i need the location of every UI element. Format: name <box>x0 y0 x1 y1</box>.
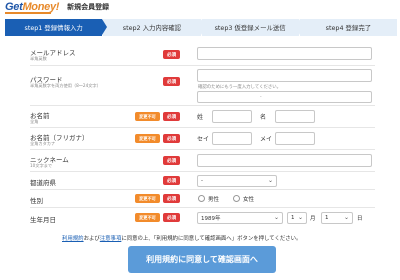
password-sublabel: 半角英数字を両方使用（8～24文字） <box>30 83 101 88</box>
birth-month-value: 1 <box>291 215 295 221</box>
gender-unchangeable-badge: 変更不可 <box>135 194 160 203</box>
last-name-field[interactable] <box>212 110 252 123</box>
email-field[interactable] <box>197 47 372 60</box>
birthday-required-badge: 必須 <box>163 213 180 222</box>
password-row: パスワード 半角英数字を両方使用（8～24文字） 必須 確認のためにもう一度入力… <box>30 66 375 106</box>
birth-year-select[interactable]: 1989年 ⌄ <box>197 212 283 224</box>
first-name-kana-label: メイ <box>260 136 273 143</box>
chevron-down-icon: ⌄ <box>297 214 303 221</box>
birth-day-value: 1 <box>325 215 329 221</box>
prefecture-row: 都道府県 必須 - ⌄ <box>30 172 375 190</box>
first-name-kana-field[interactable] <box>275 132 315 145</box>
gender-male-label[interactable]: 男性 <box>208 195 219 203</box>
password-confirm-hint: 確認のためにもう一度入力してください。 <box>198 85 282 90</box>
site-header: Get Money! 新規会員登録 <box>0 0 400 14</box>
last-name-kana-label: セイ <box>197 136 210 143</box>
agree-and-confirm-label: 利用規約に同意して確認画面へ <box>146 255 258 264</box>
kana-required-badge: 必須 <box>163 134 180 143</box>
step-progress-bar: step1 登録情報入力 step2 入力内容確認 step3 仮登録メール送信… <box>5 19 397 36</box>
kana-unchangeable-badge: 変更不可 <box>135 134 160 143</box>
step-1: step1 登録情報入力 <box>5 19 108 36</box>
prefecture-label: 都道府県 <box>30 179 56 187</box>
gender-label: 性別 <box>30 197 43 205</box>
month-unit: 月 <box>310 216 316 222</box>
nickname-row: ニックネーム 10文字まで 必須 <box>30 150 375 172</box>
chevron-down-icon: ⌄ <box>273 214 279 221</box>
prefecture-select[interactable]: - ⌄ <box>197 175 277 187</box>
day-unit: 日 <box>357 216 363 222</box>
registration-form: メールアドレス 半角英数 必須 パスワード 半角英数字を両方使用（8～24文字）… <box>30 42 375 228</box>
prefecture-value: - <box>201 178 203 184</box>
chevron-down-icon: ⌄ <box>267 177 273 184</box>
agree-and-confirm-button[interactable]: 利用規約に同意して確認画面へ <box>128 246 276 273</box>
chevron-down-icon: ⌄ <box>343 214 349 221</box>
page-title: 新規会員登録 <box>67 3 110 11</box>
birthday-unchangeable-badge: 変更不可 <box>135 213 160 222</box>
agreement-text: 利用規約および注意事項に同意の上、「利用規約に同意して確認画面へ」ボタンを押して… <box>62 234 301 242</box>
gender-male-radio[interactable] <box>198 195 205 202</box>
agreement-and: および <box>83 236 100 242</box>
first-name-label: 名 <box>260 114 267 121</box>
notes-link[interactable]: 注意事項 <box>100 236 122 242</box>
name-row: お名前 全角 変更不可 必須 姓 名 <box>30 106 375 128</box>
step-4: step4 登録完了 <box>299 19 397 36</box>
agreement-instruction: に同意の上、「利用規約に同意して確認画面へ」ボタンを押してください。 <box>121 236 302 242</box>
step-4-label: step4 登録完了 <box>325 24 372 32</box>
step-2: step2 入力内容確認 <box>103 19 206 36</box>
nickname-required-badge: 必須 <box>163 156 180 165</box>
birthday-label: 生年月日 <box>30 216 56 224</box>
email-required-badge: 必須 <box>163 50 180 59</box>
name-required-badge: 必須 <box>163 112 180 121</box>
kana-sublabel: 全角カタカナ <box>30 141 56 146</box>
birth-month-select[interactable]: 1 ⌄ <box>287 212 307 224</box>
step-1-label: step1 登録情報入力 <box>24 24 83 32</box>
password-field[interactable] <box>197 69 372 82</box>
nickname-sublabel: 10文字まで <box>30 163 53 168</box>
step-2-label: step2 入力内容確認 <box>122 24 181 32</box>
email-row: メールアドレス 半角英数 必須 <box>30 42 375 66</box>
email-sublabel: 半角英数 <box>30 56 47 61</box>
registration-page: Get Money! 新規会員登録 step1 登録情報入力 step2 入力内容… <box>0 0 400 280</box>
name-unchangeable-badge: 変更不可 <box>135 112 160 121</box>
first-name-field[interactable] <box>275 110 315 123</box>
last-name-kana-field[interactable] <box>212 132 252 145</box>
gender-female-label[interactable]: 女性 <box>243 195 254 203</box>
terms-link[interactable]: 利用規約 <box>62 236 84 242</box>
step-3: step3 仮登録メール送信 <box>201 19 305 36</box>
step-3-label: step3 仮登録メール送信 <box>214 24 286 32</box>
birthday-row: 生年月日 変更不可 必須 1989年 ⌄ 1 ⌄ 月 1 ⌄ 日 <box>30 208 375 228</box>
password-required-badge: 必須 <box>163 77 180 86</box>
prefecture-required-badge: 必須 <box>163 176 180 185</box>
password-strength-indicator: - <box>260 95 262 100</box>
kana-row: お名前（フリガナ） 全角カタカナ 変更不可 必須 セイ メイ <box>30 128 375 150</box>
gender-required-badge: 必須 <box>163 194 180 203</box>
birth-day-select[interactable]: 1 ⌄ <box>321 212 353 224</box>
gender-row: 性別 変更不可 必須 男性 女性 <box>30 190 375 208</box>
name-sublabel: 全角 <box>30 119 39 124</box>
nickname-field[interactable] <box>197 154 372 167</box>
birth-year-value: 1989年 <box>201 216 221 222</box>
last-name-label: 姓 <box>197 114 204 121</box>
gender-female-radio[interactable] <box>233 195 240 202</box>
password-confirm-field[interactable] <box>197 91 372 103</box>
logo-underline <box>5 12 51 14</box>
